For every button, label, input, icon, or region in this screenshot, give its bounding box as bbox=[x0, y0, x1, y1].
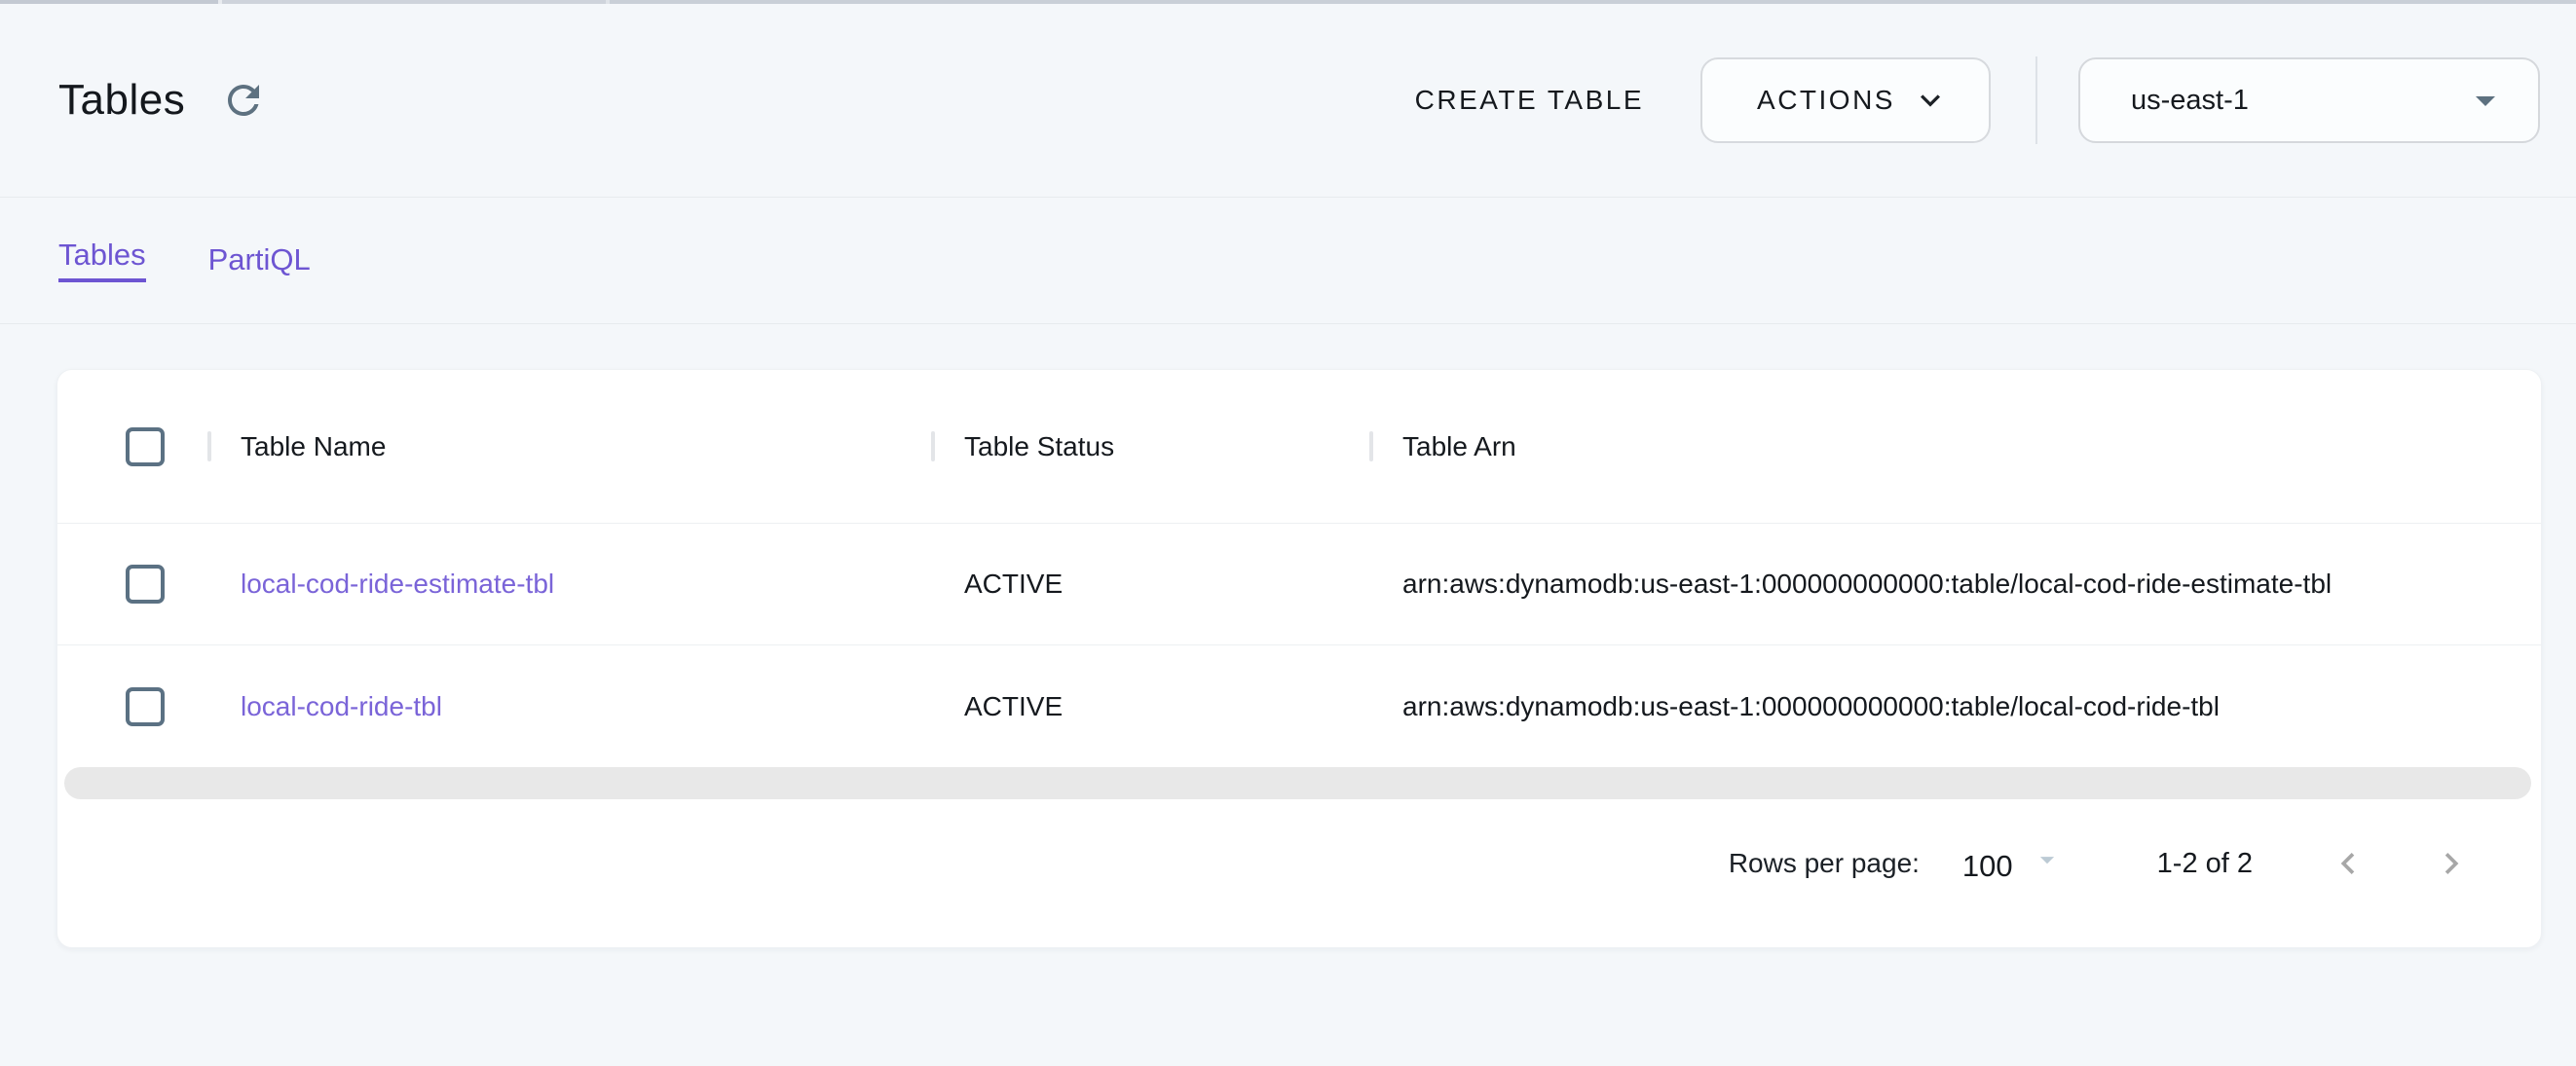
row-checkbox[interactable] bbox=[126, 565, 165, 604]
table-status: ACTIVE bbox=[964, 691, 1063, 722]
column-header-label: Table Status bbox=[964, 431, 1114, 462]
create-table-button[interactable]: CREATE TABLE bbox=[1405, 67, 1654, 133]
column-divider bbox=[207, 431, 211, 461]
row-checkbox-cell bbox=[57, 565, 186, 604]
chevron-down-icon bbox=[1911, 81, 1950, 120]
horizontal-scrollbar[interactable] bbox=[64, 767, 2531, 799]
refresh-button[interactable] bbox=[216, 73, 271, 128]
rows-per-page-select[interactable]: 100 bbox=[1962, 843, 2064, 884]
caret-down-icon bbox=[2462, 77, 2509, 124]
select-all-checkbox[interactable] bbox=[126, 427, 165, 466]
column-header-table-arn: Table Arn bbox=[1348, 431, 2541, 462]
table-row: local-cod-ride-tbl ACTIVE arn:aws:dynamo… bbox=[57, 645, 2541, 767]
column-header-label: Table Arn bbox=[1402, 431, 1516, 462]
horizontal-scrollbar-track bbox=[57, 767, 2541, 799]
table-header-row: Table Name Table Status Table Arn bbox=[57, 370, 2541, 524]
header-divider bbox=[2035, 56, 2037, 144]
table-name-cell: local-cod-ride-tbl bbox=[186, 691, 910, 722]
column-header-label: Table Name bbox=[241, 431, 386, 462]
chevron-right-icon bbox=[2430, 842, 2473, 885]
actions-button[interactable]: ACTIONS bbox=[1700, 57, 1991, 143]
table-arn: arn:aws:dynamodb:us-east-1:000000000000:… bbox=[1402, 569, 2332, 600]
table-arn-cell: arn:aws:dynamodb:us-east-1:000000000000:… bbox=[1348, 691, 2541, 722]
table-name-cell: local-cod-ride-estimate-tbl bbox=[186, 569, 910, 600]
header-right: CREATE TABLE ACTIONS us-east-1 bbox=[1405, 56, 2540, 144]
table-arn: arn:aws:dynamodb:us-east-1:000000000000:… bbox=[1402, 691, 2220, 722]
column-divider bbox=[931, 431, 935, 461]
tab-partiql[interactable]: PartiQL bbox=[208, 243, 311, 276]
next-page-button[interactable] bbox=[2428, 840, 2475, 887]
header-left: Tables bbox=[58, 73, 271, 128]
tables-card: Table Name Table Status Table Arn local-… bbox=[56, 369, 2542, 948]
table-arn-cell: arn:aws:dynamodb:us-east-1:000000000000:… bbox=[1348, 569, 2541, 600]
row-checkbox[interactable] bbox=[126, 687, 165, 726]
tabbar: Tables PartiQL bbox=[0, 198, 2576, 324]
actions-button-label: ACTIONS bbox=[1757, 85, 1895, 116]
previous-page-button[interactable] bbox=[2325, 840, 2371, 887]
caret-down-icon bbox=[2031, 843, 2064, 876]
main-content: Table Name Table Status Table Arn local-… bbox=[0, 324, 2576, 948]
table-row: local-cod-ride-estimate-tbl ACTIVE arn:a… bbox=[57, 524, 2541, 645]
table-name-link[interactable]: local-cod-ride-estimate-tbl bbox=[241, 569, 554, 600]
column-header-table-status: Table Status bbox=[910, 431, 1348, 462]
row-checkbox-cell bbox=[57, 687, 186, 726]
column-header-table-name: Table Name bbox=[186, 431, 910, 462]
table-status: ACTIVE bbox=[964, 569, 1063, 600]
table-name-link[interactable]: local-cod-ride-tbl bbox=[241, 691, 442, 722]
pagination-range: 1-2 of 2 bbox=[2157, 848, 2253, 880]
column-divider bbox=[1369, 431, 1373, 461]
pagination-bar: Rows per page: 100 1-2 of 2 bbox=[57, 799, 2541, 947]
header-checkbox-cell bbox=[57, 427, 186, 466]
tab-tables[interactable]: Tables bbox=[58, 239, 146, 282]
page-title: Tables bbox=[58, 76, 185, 125]
chevron-left-icon bbox=[2327, 842, 2370, 885]
region-select[interactable]: us-east-1 bbox=[2078, 57, 2540, 143]
table-status-cell: ACTIVE bbox=[910, 569, 1348, 600]
page-header: Tables CREATE TABLE ACTIONS us-east-1 bbox=[0, 4, 2576, 198]
rows-per-page-label: Rows per page: bbox=[1729, 848, 1920, 879]
refresh-icon bbox=[220, 77, 267, 124]
rows-per-page-value: 100 bbox=[1962, 849, 2013, 884]
region-select-value: us-east-1 bbox=[2131, 85, 2249, 117]
dynamodb-admin-page: Tables CREATE TABLE ACTIONS us-east-1 bbox=[0, 0, 2576, 948]
table-status-cell: ACTIVE bbox=[910, 691, 1348, 722]
